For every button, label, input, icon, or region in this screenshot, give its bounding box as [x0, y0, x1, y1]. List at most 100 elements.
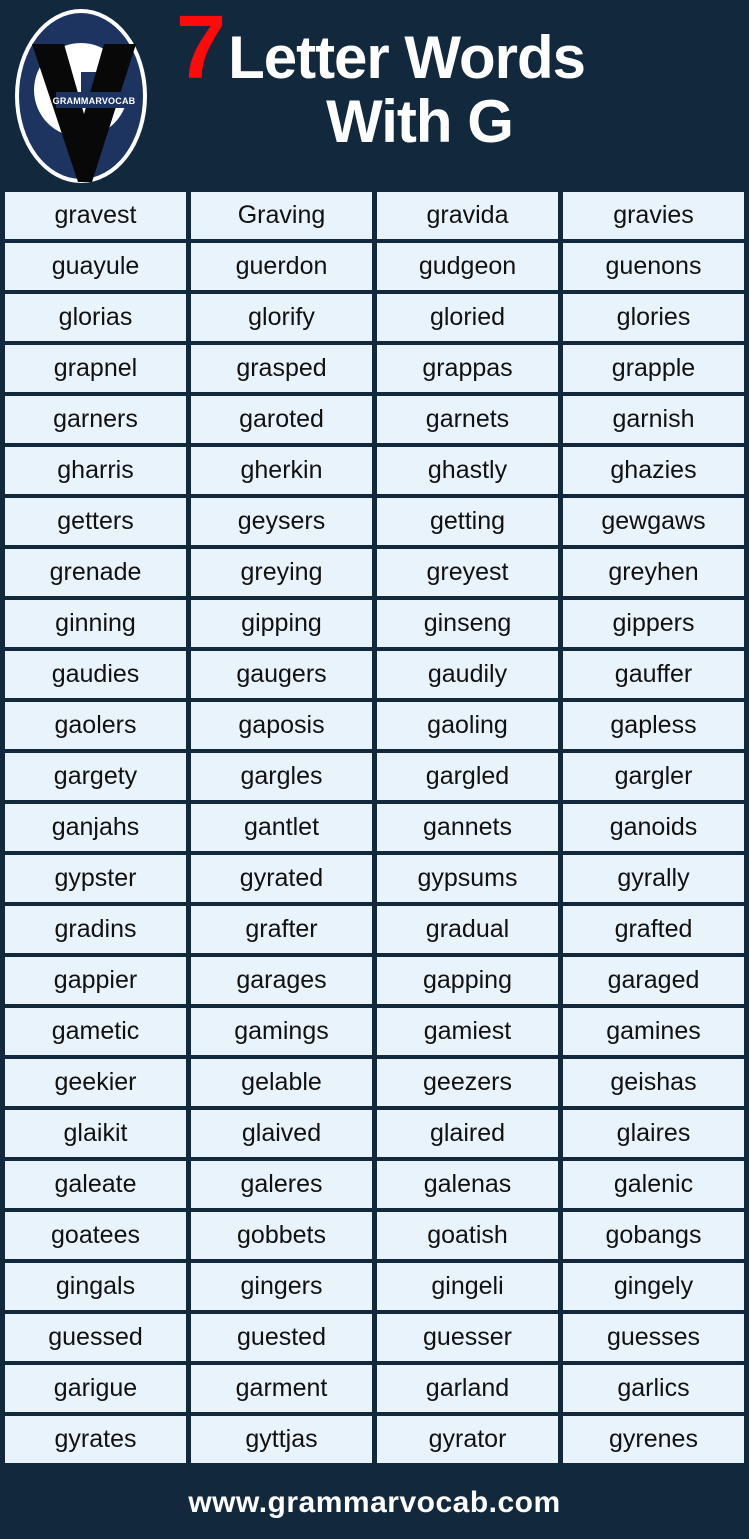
- word-cell[interactable]: guerdon: [191, 243, 372, 290]
- word-cell[interactable]: gradual: [377, 906, 558, 953]
- word-cell[interactable]: gingals: [5, 1263, 186, 1310]
- word-cell[interactable]: grafted: [563, 906, 744, 953]
- word-cell[interactable]: garment: [191, 1365, 372, 1412]
- word-cell[interactable]: guessed: [5, 1314, 186, 1361]
- word-cell[interactable]: gippers: [563, 600, 744, 647]
- word-cell[interactable]: gypster: [5, 855, 186, 902]
- word-cell[interactable]: gingely: [563, 1263, 744, 1310]
- word-cell[interactable]: guayule: [5, 243, 186, 290]
- word-cell[interactable]: getting: [377, 498, 558, 545]
- word-cell[interactable]: gargler: [563, 753, 744, 800]
- word-cell[interactable]: gapping: [377, 957, 558, 1004]
- word-cell[interactable]: gargety: [5, 753, 186, 800]
- word-cell[interactable]: gametic: [5, 1008, 186, 1055]
- word-cell[interactable]: gloried: [377, 294, 558, 341]
- word-cell[interactable]: galeate: [5, 1161, 186, 1208]
- word-cell[interactable]: gamiest: [377, 1008, 558, 1055]
- word-cell[interactable]: gargled: [377, 753, 558, 800]
- word-cell[interactable]: gyrator: [377, 1416, 558, 1463]
- word-cell[interactable]: guesses: [563, 1314, 744, 1361]
- word-cell[interactable]: garages: [191, 957, 372, 1004]
- word-cell[interactable]: geysers: [191, 498, 372, 545]
- word-cell[interactable]: garland: [377, 1365, 558, 1412]
- word-cell[interactable]: grappas: [377, 345, 558, 392]
- word-cell[interactable]: garigue: [5, 1365, 186, 1412]
- word-cell[interactable]: gappier: [5, 957, 186, 1004]
- word-cell[interactable]: ghazies: [563, 447, 744, 494]
- word-cell[interactable]: guesser: [377, 1314, 558, 1361]
- word-cell[interactable]: gravies: [563, 192, 744, 239]
- word-cell[interactable]: Graving: [191, 192, 372, 239]
- word-cell[interactable]: gaposis: [191, 702, 372, 749]
- word-cell[interactable]: geekier: [5, 1059, 186, 1106]
- word-cell[interactable]: greying: [191, 549, 372, 596]
- word-cell[interactable]: grapnel: [5, 345, 186, 392]
- word-cell[interactable]: gamings: [191, 1008, 372, 1055]
- word-cell[interactable]: gobangs: [563, 1212, 744, 1259]
- word-cell[interactable]: gyrenes: [563, 1416, 744, 1463]
- word-cell[interactable]: glorias: [5, 294, 186, 341]
- word-cell[interactable]: garoted: [191, 396, 372, 443]
- word-cell[interactable]: glaires: [563, 1110, 744, 1157]
- word-cell[interactable]: galeres: [191, 1161, 372, 1208]
- word-cell[interactable]: galenic: [563, 1161, 744, 1208]
- word-cell[interactable]: grafter: [191, 906, 372, 953]
- word-cell[interactable]: galenas: [377, 1161, 558, 1208]
- word-cell[interactable]: gaudies: [5, 651, 186, 698]
- word-cell[interactable]: ghastly: [377, 447, 558, 494]
- word-cell[interactable]: grapple: [563, 345, 744, 392]
- word-cell[interactable]: guenons: [563, 243, 744, 290]
- word-cell[interactable]: gantlet: [191, 804, 372, 851]
- word-cell[interactable]: gudgeon: [377, 243, 558, 290]
- word-cell[interactable]: gipping: [191, 600, 372, 647]
- word-cell[interactable]: goatish: [377, 1212, 558, 1259]
- word-cell[interactable]: gamines: [563, 1008, 744, 1055]
- word-cell[interactable]: gingers: [191, 1263, 372, 1310]
- word-cell[interactable]: gaolers: [5, 702, 186, 749]
- word-cell[interactable]: grenade: [5, 549, 186, 596]
- word-cell[interactable]: ganoids: [563, 804, 744, 851]
- word-cell[interactable]: glaived: [191, 1110, 372, 1157]
- word-cell[interactable]: gaudily: [377, 651, 558, 698]
- word-cell[interactable]: geishas: [563, 1059, 744, 1106]
- word-cell[interactable]: geezers: [377, 1059, 558, 1106]
- word-cell[interactable]: gharris: [5, 447, 186, 494]
- word-cell[interactable]: greyhen: [563, 549, 744, 596]
- word-cell[interactable]: gingeli: [377, 1263, 558, 1310]
- word-cell[interactable]: garnish: [563, 396, 744, 443]
- word-cell[interactable]: garlics: [563, 1365, 744, 1412]
- word-cell[interactable]: gradins: [5, 906, 186, 953]
- word-cell[interactable]: guested: [191, 1314, 372, 1361]
- word-cell[interactable]: gyrated: [191, 855, 372, 902]
- word-cell[interactable]: gherkin: [191, 447, 372, 494]
- word-cell[interactable]: garnets: [377, 396, 558, 443]
- word-cell[interactable]: gapless: [563, 702, 744, 749]
- word-cell[interactable]: gaugers: [191, 651, 372, 698]
- word-cell[interactable]: goatees: [5, 1212, 186, 1259]
- word-cell[interactable]: gewgaws: [563, 498, 744, 545]
- word-cell[interactable]: gargles: [191, 753, 372, 800]
- word-cell[interactable]: glaired: [377, 1110, 558, 1157]
- word-cell[interactable]: glories: [563, 294, 744, 341]
- word-cell[interactable]: ganjahs: [5, 804, 186, 851]
- word-cell[interactable]: glorify: [191, 294, 372, 341]
- word-cell[interactable]: grasped: [191, 345, 372, 392]
- word-cell[interactable]: gobbets: [191, 1212, 372, 1259]
- word-cell[interactable]: gypsums: [377, 855, 558, 902]
- word-cell[interactable]: getters: [5, 498, 186, 545]
- word-cell[interactable]: gauffer: [563, 651, 744, 698]
- word-cell[interactable]: garaged: [563, 957, 744, 1004]
- word-cell[interactable]: gyrates: [5, 1416, 186, 1463]
- word-cell[interactable]: gravida: [377, 192, 558, 239]
- word-cell[interactable]: gyttjas: [191, 1416, 372, 1463]
- word-cell[interactable]: gyrally: [563, 855, 744, 902]
- word-cell[interactable]: gannets: [377, 804, 558, 851]
- word-cell[interactable]: garners: [5, 396, 186, 443]
- word-cell[interactable]: ginseng: [377, 600, 558, 647]
- word-cell[interactable]: glaikit: [5, 1110, 186, 1157]
- word-cell[interactable]: gaoling: [377, 702, 558, 749]
- word-cell[interactable]: ginning: [5, 600, 186, 647]
- word-cell[interactable]: gravest: [5, 192, 186, 239]
- word-cell[interactable]: greyest: [377, 549, 558, 596]
- word-cell[interactable]: gelable: [191, 1059, 372, 1106]
